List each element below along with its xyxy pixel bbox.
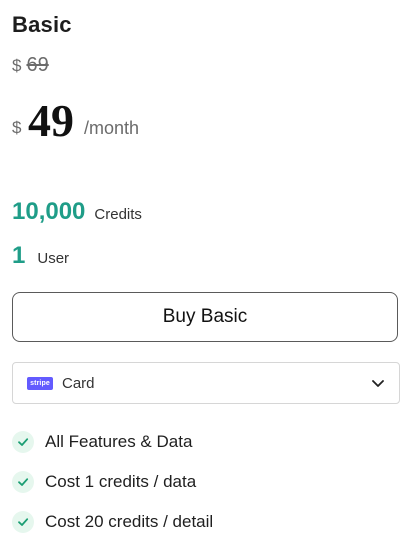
credits-stat: 10,000 Credits: [12, 198, 142, 226]
payment-method-label: Card: [62, 374, 95, 392]
original-price-currency: $: [12, 56, 22, 75]
original-price: $69: [12, 54, 49, 77]
users-label: User: [37, 250, 70, 267]
price-period: /month: [84, 118, 140, 138]
buy-button[interactable]: Buy Basic: [12, 292, 398, 342]
users-value: 1: [12, 242, 26, 269]
credits-value: 10,000: [12, 198, 86, 225]
price-currency: $: [12, 118, 22, 137]
price-amount: 49: [28, 95, 74, 146]
chevron-down-icon[interactable]: [371, 376, 385, 390]
plan-name: Basic: [12, 12, 72, 37]
pricing-card: Basic $69 $ 49 /month 10,000 Credits 1 U…: [0, 0, 410, 534]
check-icon: [12, 431, 34, 453]
credits-label: Credits: [94, 206, 142, 223]
feature-item: Cost 1 credits / data: [12, 462, 213, 502]
users-stat: 1 User: [12, 242, 69, 270]
feature-list: All Features & Data Cost 1 credits / dat…: [12, 422, 213, 534]
feature-item: Cost 20 credits / detail: [12, 502, 213, 534]
feature-text: All Features & Data: [45, 432, 193, 451]
original-price-amount: 69: [26, 54, 49, 76]
stripe-logo-icon: stripe: [27, 376, 53, 390]
feature-item: All Features & Data: [12, 422, 213, 462]
payment-method-select[interactable]: stripe Card: [12, 362, 400, 404]
check-icon: [12, 471, 34, 493]
feature-text: Cost 1 credits / data: [45, 472, 197, 491]
feature-text: Cost 20 credits / detail: [45, 512, 214, 531]
check-icon: [12, 511, 34, 533]
